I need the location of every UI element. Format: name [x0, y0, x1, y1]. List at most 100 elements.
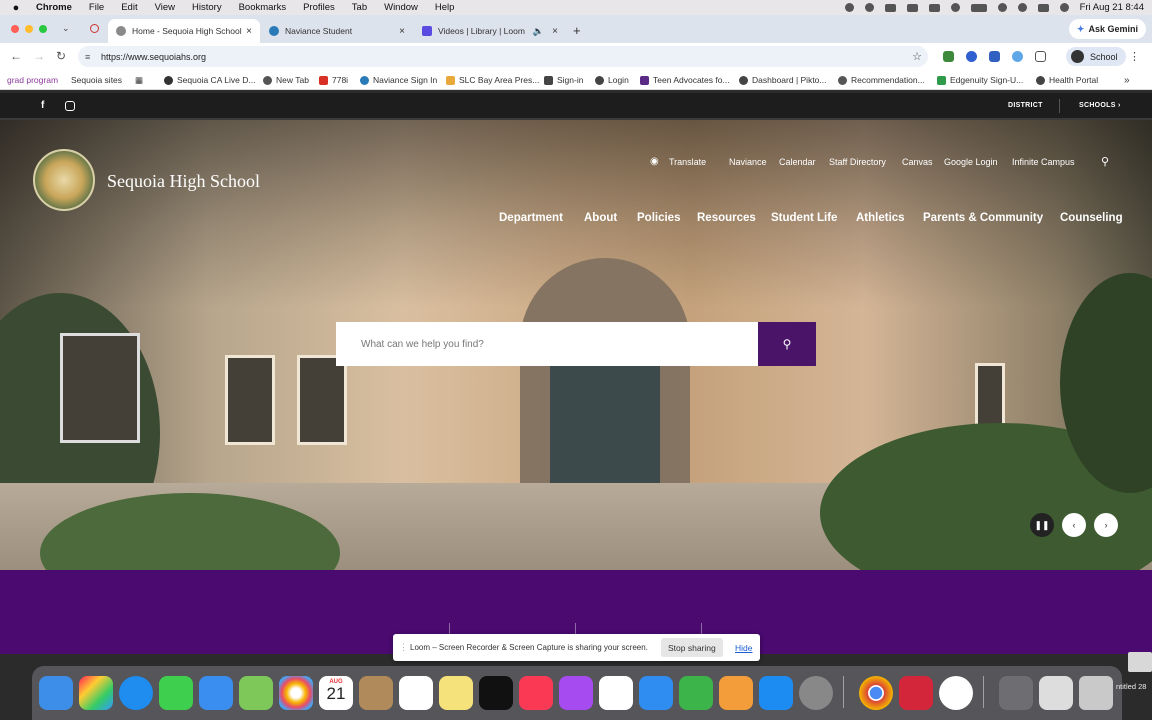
school-seal-logo[interactable] — [33, 149, 95, 211]
tab-search-chevron-icon[interactable]: ⌄ — [62, 23, 70, 34]
audio-playing-icon[interactable]: 🔈 — [533, 26, 544, 37]
volume-icon[interactable] — [906, 3, 918, 12]
bookmark-teen-advocates[interactable]: Teen Advocates fo... — [640, 75, 730, 85]
bookmark-sign-in[interactable]: Sign-in — [544, 75, 583, 85]
canvas-link[interactable]: Canvas — [902, 157, 933, 167]
loom-status-icon[interactable] — [864, 3, 874, 12]
nav-student-life[interactable]: Student Life — [771, 212, 837, 224]
launchpad-icon[interactable] — [79, 676, 113, 710]
downloads-folder-icon[interactable] — [1039, 676, 1073, 710]
bookmark-slc-bay-area[interactable]: SLC Bay Area Pres... — [446, 75, 539, 85]
spotlight-icon[interactable] — [1017, 3, 1027, 12]
back-button[interactable]: ← — [10, 49, 22, 63]
numbers-icon[interactable] — [679, 676, 713, 710]
bookmark-piktochart[interactable]: Dashboard | Pikto... — [739, 75, 827, 85]
bookmark-gmail-778i[interactable]: 778i — [319, 75, 348, 85]
creative-cloud-icon[interactable] — [899, 676, 933, 710]
instagram-icon[interactable] — [65, 101, 75, 111]
site-title[interactable]: Sequoia High School — [107, 171, 260, 192]
bluetooth-icon[interactable] — [950, 3, 960, 12]
calendar-link[interactable]: Calendar — [779, 157, 816, 167]
google-login-link[interactable]: Google Login — [944, 157, 998, 167]
site-search-button[interactable]: ⚲ — [758, 322, 816, 366]
bookmark-recommendation[interactable]: Recommendation... — [838, 75, 925, 85]
extension-icon-2[interactable] — [966, 51, 977, 62]
nav-parents-community[interactable]: Parents & Community — [923, 212, 1043, 224]
close-tab-icon[interactable]: × — [399, 26, 405, 37]
staff-directory-link[interactable]: Staff Directory — [829, 157, 886, 167]
contacts-icon[interactable] — [359, 676, 393, 710]
menu-edit[interactable]: Edit — [121, 2, 137, 13]
zoom-window-button[interactable] — [39, 25, 47, 33]
schools-link[interactable]: SCHOOLS › — [1079, 102, 1121, 109]
next-slide-button[interactable]: › — [1094, 513, 1118, 537]
calendar-icon[interactable]: AUG 21 — [319, 676, 353, 710]
siri-icon[interactable] — [1059, 3, 1069, 12]
address-bar[interactable]: ≡ https://www.sequoiahs.org ☆ — [78, 46, 928, 67]
control-center-icon[interactable] — [1037, 3, 1049, 12]
hide-banner-link[interactable]: Hide — [735, 643, 752, 653]
nav-about[interactable]: About — [584, 212, 617, 224]
bookmark-naviance-sign-in[interactable]: Naviance Sign In — [360, 75, 437, 85]
more-bookmarks-chevron-icon[interactable]: » — [1124, 75, 1130, 86]
apple-icon[interactable]: ● — [10, 2, 22, 14]
battery-icon[interactable] — [970, 3, 987, 12]
bookmark-new-tab[interactable]: New Tab — [263, 75, 309, 85]
safari-icon[interactable] — [119, 676, 153, 710]
extension-icon-1[interactable] — [943, 51, 954, 62]
music-icon[interactable] — [519, 676, 553, 710]
bookmark-grad-program[interactable]: grad program — [7, 75, 58, 85]
tab-sequoia-home[interactable]: Home - Sequoia High School × — [108, 19, 260, 43]
keynote-icon[interactable] — [639, 676, 673, 710]
shield-icon[interactable] — [884, 3, 896, 12]
apps-grid-icon[interactable]: ▦ — [135, 75, 143, 86]
bookmark-health-portal[interactable]: Health Portal — [1036, 75, 1098, 85]
close-window-button[interactable] — [11, 25, 19, 33]
site-search-input[interactable]: What can we help you find? — [336, 322, 758, 366]
mail-icon[interactable] — [199, 676, 233, 710]
clock-app-icon[interactable] — [939, 676, 973, 710]
menu-bookmarks[interactable]: Bookmarks — [239, 2, 287, 13]
minimize-window-button[interactable] — [25, 25, 33, 33]
translate-link[interactable]: Translate — [669, 157, 706, 167]
profile-button[interactable]: School — [1066, 47, 1126, 66]
microphone-icon[interactable] — [844, 3, 854, 12]
photos-icon[interactable] — [279, 676, 313, 710]
tab-naviance[interactable]: Naviance Student × — [261, 19, 413, 43]
menu-tab[interactable]: Tab — [352, 2, 367, 13]
district-link[interactable]: DISTRICT — [1008, 102, 1043, 109]
nav-counseling[interactable]: Counseling — [1060, 212, 1123, 224]
nav-resources[interactable]: Resources — [697, 212, 756, 224]
tab-loom[interactable]: Videos | Library | Loom 🔈 × — [414, 19, 566, 43]
new-tab-button[interactable]: + — [573, 23, 581, 38]
menu-file[interactable]: File — [89, 2, 104, 13]
app-store-icon[interactable] — [759, 676, 793, 710]
clock[interactable]: Fri Aug 21 8:44 — [1080, 2, 1144, 13]
menu-view[interactable]: View — [155, 2, 175, 13]
system-preferences-icon[interactable] — [799, 676, 833, 710]
bookmark-edgenuity[interactable]: Edgenuity Sign-U... — [937, 75, 1023, 85]
bookmark-login[interactable]: Login — [595, 75, 629, 85]
bookmark-sequoia-sites[interactable]: Sequoia sites — [71, 75, 122, 85]
menu-history[interactable]: History — [192, 2, 222, 13]
help-icon[interactable] — [999, 676, 1033, 710]
wifi-icon[interactable] — [997, 3, 1007, 12]
nav-department[interactable]: Department — [499, 212, 563, 224]
infinite-campus-link[interactable]: Infinite Campus — [1012, 157, 1075, 167]
facebook-icon[interactable]: f — [41, 100, 44, 111]
chrome-icon[interactable] — [859, 676, 893, 710]
podcasts-icon[interactable] — [559, 676, 593, 710]
url-text[interactable]: https://www.sequoiahs.org — [101, 52, 206, 62]
reload-button[interactable]: ↻ — [56, 49, 66, 63]
menu-help[interactable]: Help — [435, 2, 455, 13]
stop-sharing-button[interactable]: Stop sharing — [661, 638, 723, 657]
site-info-icon[interactable]: ≡ — [85, 52, 90, 62]
maps-icon[interactable] — [239, 676, 273, 710]
naviance-link[interactable]: Naviance — [729, 157, 767, 167]
record-icon[interactable] — [90, 24, 99, 33]
bookmark-sequoia-ca-live[interactable]: Sequoia CA Live D... — [164, 75, 255, 85]
reminders-icon[interactable] — [399, 676, 433, 710]
close-tab-icon[interactable]: × — [246, 26, 252, 37]
close-tab-icon[interactable]: × — [552, 26, 558, 37]
drag-handle-icon[interactable]: ⋮ — [399, 642, 408, 653]
